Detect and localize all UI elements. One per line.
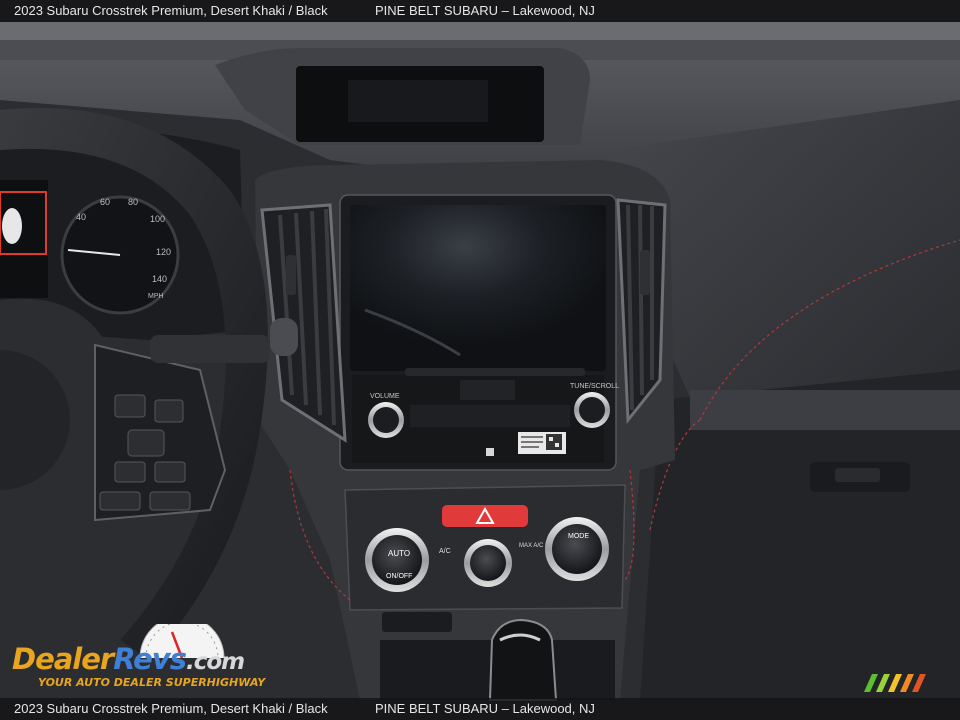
- svg-text:MAX A/C: MAX A/C: [519, 543, 544, 549]
- svg-text:100: 100: [150, 214, 165, 224]
- svg-text:AUTO: AUTO: [388, 549, 410, 558]
- gear-shifter: [488, 618, 558, 701]
- vehicle-caption: 2023 Subaru Crosstrek Premium, Desert Kh…: [14, 3, 328, 18]
- dashboard-photo: VOLUME TUNE/SCROLL AUTO ON/OFF A/C MAX A…: [0, 0, 960, 720]
- svg-text:MODE: MODE: [568, 533, 589, 540]
- vehicle-caption-bottom: 2023 Subaru Crosstrek Premium, Desert Kh…: [14, 701, 328, 716]
- svg-text:120: 120: [156, 247, 171, 257]
- dealer-caption-bottom: PINE BELT SUBARU – Lakewood, NJ: [375, 701, 595, 716]
- dealerrevs-watermark: DealerRevs.com YOUR AUTO DEALER SUPERHIG…: [12, 624, 272, 694]
- svg-text:140: 140: [152, 274, 167, 284]
- svg-text:VOLUME: VOLUME: [370, 393, 400, 400]
- svg-text:TUNE/SCROLL: TUNE/SCROLL: [570, 383, 619, 390]
- svg-text:60: 60: [100, 197, 110, 207]
- dealerrevs-tagline: YOUR AUTO DEALER SUPERHIGHWAY: [38, 676, 266, 689]
- svg-text:80: 80: [128, 197, 138, 207]
- dealerrevs-stripes-icon: [864, 674, 926, 692]
- svg-text:A/C: A/C: [439, 548, 451, 555]
- caption-bar-top: 2023 Subaru Crosstrek Premium, Desert Kh…: [0, 0, 960, 22]
- dealer-caption: PINE BELT SUBARU – Lakewood, NJ: [375, 3, 595, 18]
- svg-text:ON/OFF: ON/OFF: [386, 573, 412, 580]
- caption-bar-bottom: 2023 Subaru Crosstrek Premium, Desert Kh…: [0, 698, 960, 720]
- svg-text:MPH: MPH: [148, 293, 164, 300]
- dealerrevs-logo: DealerRevs.com: [12, 642, 245, 676]
- svg-text:40: 40: [76, 212, 86, 222]
